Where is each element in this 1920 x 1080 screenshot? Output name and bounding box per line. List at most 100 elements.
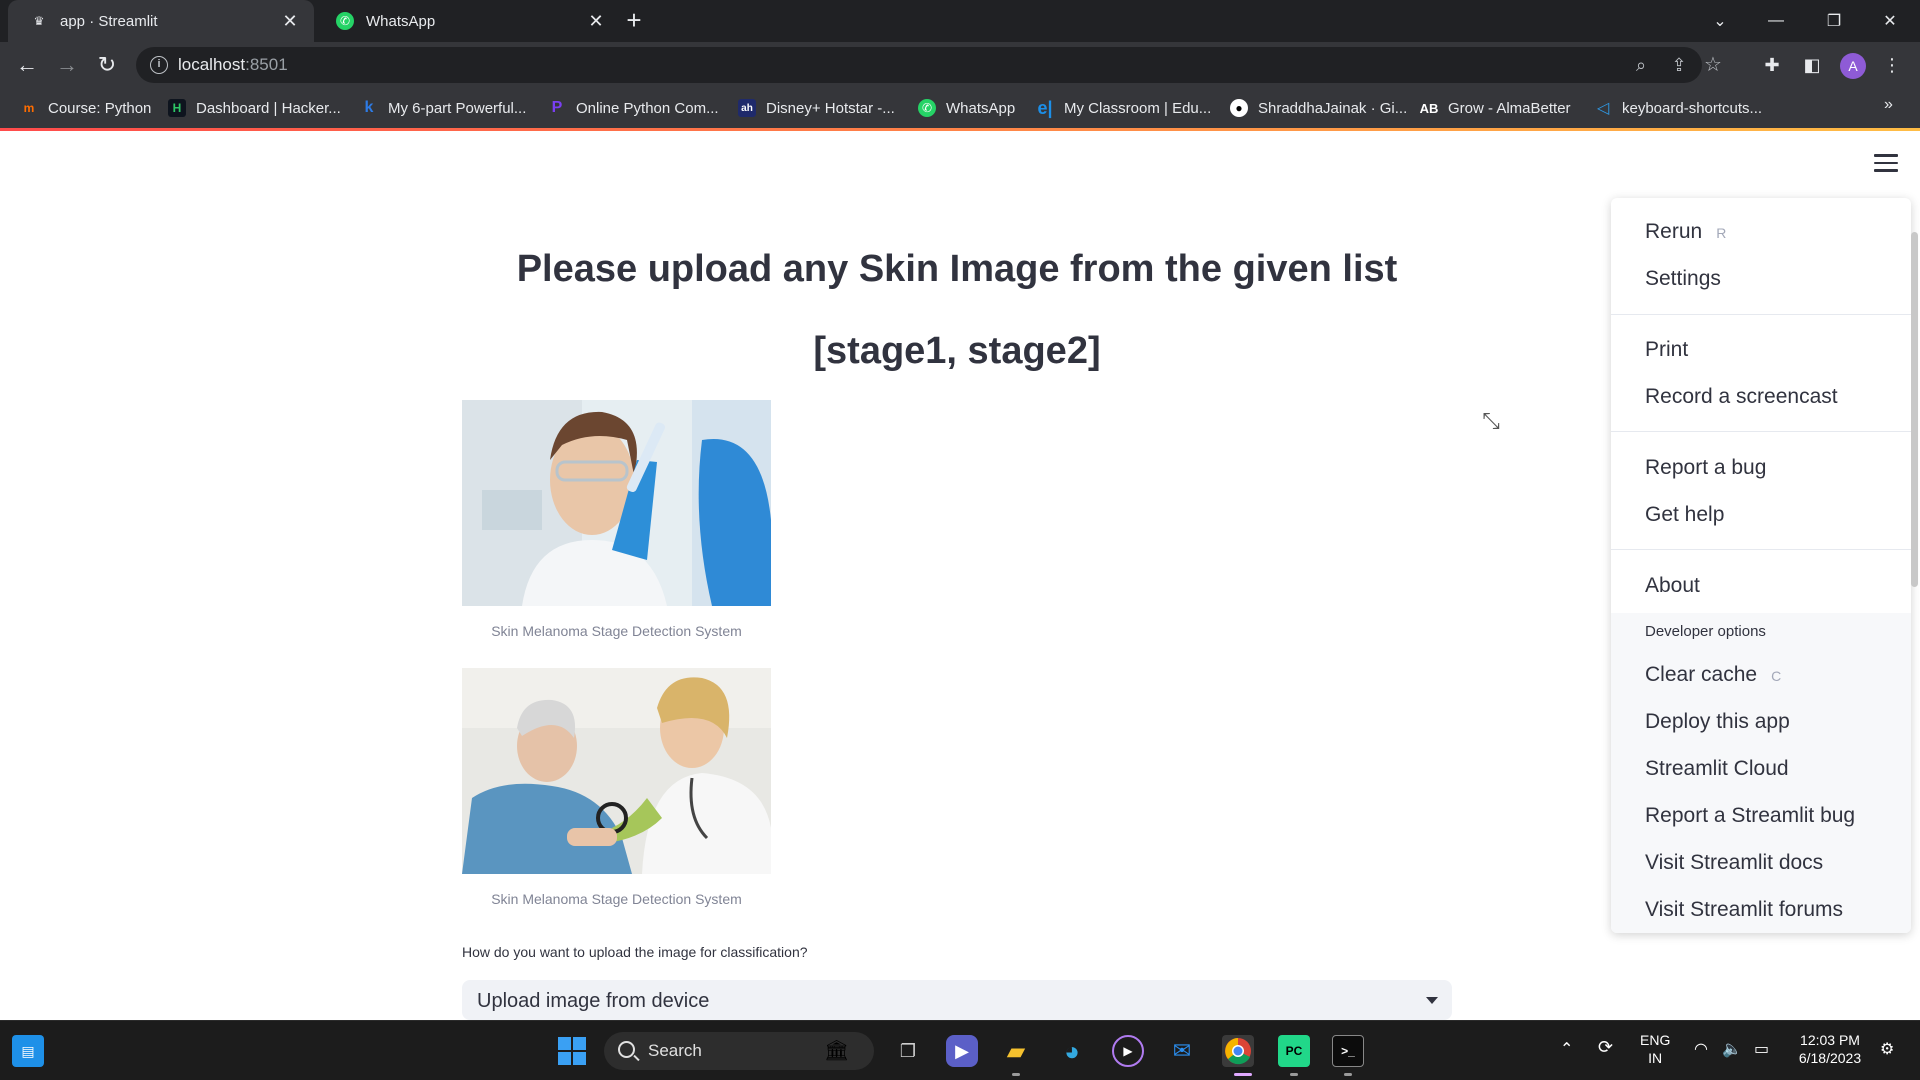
bookmark-item[interactable]: m Course: Python xyxy=(20,97,152,119)
edge-icon[interactable]: ◕ xyxy=(1056,1035,1088,1067)
tab-title: WhatsApp xyxy=(366,12,436,30)
browser-toolbar: ← → ↻ i localhost:8501 ⌕ ⇪ ☆ ✚ ◧ A ⋮ xyxy=(0,42,1920,88)
bookmark-item[interactable]: k My 6-part Powerful... xyxy=(360,97,527,119)
developer-options-label: Developer options xyxy=(1645,623,1766,640)
menu-item-report-streamlit-bug[interactable]: Report a Streamlit bug xyxy=(1645,804,1855,828)
menu-item-about[interactable]: About xyxy=(1645,574,1700,598)
terminal-icon[interactable]: >_ xyxy=(1332,1035,1364,1067)
bookmark-star-icon[interactable]: ☆ xyxy=(1702,54,1724,76)
lab-researcher-image xyxy=(462,400,771,606)
main-menu-dropdown: Rerun R Settings Print Record a screencas… xyxy=(1611,198,1911,933)
tab-streamlit-app[interactable]: ♛ app · Streamlit ✕ xyxy=(8,0,314,42)
tab-whatsapp[interactable]: ✆ WhatsApp ✕ xyxy=(314,0,620,42)
programiz-icon: P xyxy=(551,99,563,116)
bookmarks-overflow-icon[interactable]: » xyxy=(1884,96,1893,114)
wifi-icon[interactable]: ◠ xyxy=(1694,1039,1708,1059)
menu-item-streamlit-cloud[interactable]: Streamlit Cloud xyxy=(1645,757,1789,781)
bookmark-item[interactable]: P Online Python Com... xyxy=(548,97,719,119)
address-bar[interactable]: i localhost:8501 ⌕ ⇪ ☆ xyxy=(136,47,1722,83)
clock[interactable]: 12:03 PM 6/18/2023 xyxy=(1792,1031,1868,1067)
bookmark-item[interactable]: ● ShraddhaJainak · Gi... xyxy=(1230,97,1407,119)
menu-item-get-help[interactable]: Get help xyxy=(1645,503,1724,527)
menu-item-settings[interactable]: Settings xyxy=(1645,267,1721,291)
site-info-icon[interactable]: i xyxy=(150,56,168,74)
language-indicator[interactable]: ENG IN xyxy=(1640,1031,1670,1067)
url-text: localhost:8501 xyxy=(178,55,288,74)
menu-item-clear-cache[interactable]: Clear cache C xyxy=(1645,663,1781,687)
streamlit-crown-icon: ♛ xyxy=(33,14,45,28)
share-icon[interactable]: ⇪ xyxy=(1668,54,1690,76)
upload-method-label: How do you want to upload the image for … xyxy=(462,944,808,960)
battery-icon[interactable]: ▭ xyxy=(1754,1039,1769,1059)
bookmark-item[interactable]: ◁ keyboard-shortcuts... xyxy=(1594,97,1762,119)
chevron-down-icon xyxy=(1426,997,1438,1004)
task-view-icon[interactable]: ❐ xyxy=(892,1035,924,1067)
sync-icon[interactable]: ⟳ xyxy=(1598,1037,1613,1058)
hotstar-icon: ah xyxy=(738,99,756,117)
whatsapp-icon: ✆ xyxy=(336,12,354,30)
fullscreen-expand-icon[interactable]: ⤡ xyxy=(1478,408,1504,434)
menu-divider xyxy=(1611,549,1911,550)
select-value: Upload image from device xyxy=(477,990,710,1012)
running-indicator xyxy=(1290,1073,1298,1076)
close-window-button[interactable]: ✕ xyxy=(1862,0,1918,42)
back-button[interactable]: ← xyxy=(12,50,42,80)
chrome-icon[interactable] xyxy=(1222,1035,1254,1067)
menu-item-report-bug[interactable]: Report a bug xyxy=(1645,456,1766,480)
doctor-examining-patient-image xyxy=(462,668,771,874)
bookmark-item[interactable]: ✆ WhatsApp xyxy=(918,97,1015,119)
whatsapp-icon: ✆ xyxy=(918,99,936,117)
search-icon xyxy=(618,1041,635,1058)
menu-item-streamlit-docs[interactable]: Visit Streamlit docs xyxy=(1645,851,1823,875)
page-subtitle: [stage1, stage2] xyxy=(813,330,1101,372)
forward-button[interactable]: → xyxy=(52,50,82,80)
widgets-icon[interactable]: ▤ xyxy=(12,1035,44,1067)
chevron-up-icon[interactable]: ⌃ xyxy=(1560,1039,1573,1059)
close-tab-icon[interactable]: ✕ xyxy=(586,11,606,31)
windows-taskbar: ▤ Search 🏛 ❐ ▶ ▰ ◕ ▶ ✉ PC >_ ⌃ ⟳ ENG IN ◠… xyxy=(0,1020,1920,1080)
volume-icon[interactable]: 🔈 xyxy=(1722,1039,1742,1059)
coursera-icon: m xyxy=(23,101,35,115)
bookmark-item[interactable]: e| My Classroom | Edu... xyxy=(1036,97,1211,119)
more-menu-icon[interactable]: ⋮ xyxy=(1880,53,1904,77)
bookmarks-bar: m Course: Python H Dashboard | Hacker...… xyxy=(0,88,1920,128)
zoom-icon[interactable]: ⌕ xyxy=(1630,54,1652,76)
browser-tab-strip: ♛ app · Streamlit ✕ ✆ WhatsApp ✕ + ⌄ — ❐… xyxy=(0,0,1920,42)
menu-item-deploy[interactable]: Deploy this app xyxy=(1645,710,1790,734)
minimize-button[interactable]: — xyxy=(1748,0,1804,42)
pycharm-icon[interactable]: PC xyxy=(1278,1035,1310,1067)
tab-search-chevron-icon[interactable]: ⌄ xyxy=(1692,0,1748,42)
vscode-icon: ◁ xyxy=(1596,100,1610,117)
tab-title: app · Streamlit xyxy=(60,12,158,30)
extensions-icon[interactable]: ✚ xyxy=(1760,53,1784,77)
bookmark-item[interactable]: H Dashboard | Hacker... xyxy=(168,97,341,119)
side-panel-icon[interactable]: ◧ xyxy=(1800,53,1824,77)
bookmark-item[interactable]: ah Disney+ Hotstar -... xyxy=(738,97,895,119)
github-icon: ● xyxy=(1230,99,1248,117)
media-player-icon[interactable]: ▶ xyxy=(1112,1035,1144,1067)
reload-button[interactable]: ↻ xyxy=(92,50,122,80)
hamburger-menu-icon[interactable] xyxy=(1874,154,1898,174)
close-tab-icon[interactable]: ✕ xyxy=(280,11,300,31)
menu-item-print[interactable]: Print xyxy=(1645,338,1688,362)
running-indicator xyxy=(1234,1073,1252,1076)
menu-item-streamlit-forums[interactable]: Visit Streamlit forums xyxy=(1645,898,1843,922)
page-title: Please upload any Skin Image from the gi… xyxy=(516,248,1398,290)
profile-avatar[interactable]: A xyxy=(1840,53,1866,79)
search-highlight-icon: 🏛 xyxy=(824,1040,850,1062)
teams-chat-icon[interactable]: ▶ xyxy=(946,1035,978,1067)
new-tab-button[interactable]: + xyxy=(620,7,648,34)
notification-icon[interactable]: ⚙ xyxy=(1880,1039,1894,1059)
upload-method-select[interactable]: Upload image from device xyxy=(462,980,1452,1020)
taskbar-search-box[interactable]: Search 🏛 xyxy=(604,1032,874,1070)
image-block: Skin Melanoma Stage Detection System xyxy=(462,668,771,907)
menu-item-rerun[interactable]: Rerun R xyxy=(1645,220,1726,244)
bookmark-item[interactable]: AB Grow - AlmaBetter xyxy=(1420,97,1571,119)
file-explorer-icon[interactable]: ▰ xyxy=(1000,1035,1032,1067)
restore-button[interactable]: ❐ xyxy=(1806,0,1862,42)
menu-item-record-screencast[interactable]: Record a screencast xyxy=(1645,385,1838,409)
page-scrollbar[interactable] xyxy=(1911,232,1918,587)
mail-icon[interactable]: ✉ xyxy=(1166,1035,1198,1067)
hackerrank-icon: H xyxy=(168,99,186,117)
windows-start-icon[interactable] xyxy=(556,1035,588,1067)
